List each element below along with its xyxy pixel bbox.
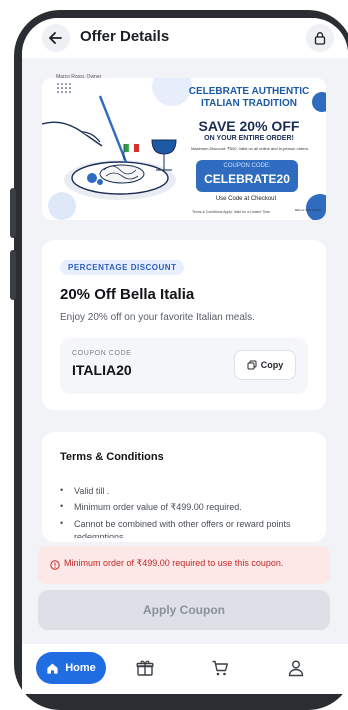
banner-logo: BELLA VITA ITALIA bbox=[294, 208, 322, 212]
home-icon bbox=[47, 663, 58, 674]
coupon-code-label: COUPON CODE bbox=[72, 350, 132, 357]
volume-down-button bbox=[10, 250, 16, 300]
nav-home[interactable]: Home bbox=[36, 652, 106, 684]
banner-sub-text: ON YOUR ENTIRE ORDER! bbox=[204, 135, 294, 142]
terms-bullet: • bbox=[60, 485, 64, 495]
apply-coupon-button[interactable]: Apply Coupon bbox=[38, 590, 330, 630]
terms-item: Minimum order value of ₹499.00 required. bbox=[74, 502, 242, 512]
banner-coupon-label: COUPON CODE: bbox=[223, 163, 271, 169]
copy-button-label: Copy bbox=[260, 360, 284, 370]
error-message: Minimum order of ₹499.00 required to use… bbox=[64, 558, 284, 568]
terms-title: Terms & Conditions bbox=[60, 451, 164, 463]
nav-profile[interactable] bbox=[286, 658, 306, 678]
nav-home-label: Home bbox=[65, 662, 96, 674]
offer-title: 20% Off Bella Italia bbox=[60, 286, 195, 303]
banner-save-text: SAVE 20% OFF bbox=[198, 118, 300, 134]
top-bar: Offer Details bbox=[22, 18, 348, 58]
copy-button[interactable]: Copy bbox=[234, 350, 296, 380]
offer-description: Enjoy 20% off on your favorite Italian m… bbox=[60, 312, 255, 323]
banner-terms: Terms & Conditions Apply. Valid for a Li… bbox=[192, 210, 271, 214]
nav-cart[interactable] bbox=[210, 658, 230, 678]
copy-icon bbox=[247, 360, 257, 370]
terms-item: Valid till . bbox=[74, 486, 110, 496]
banner-use-code: Use Code at Checkout bbox=[215, 196, 277, 202]
banner-coupon-box: COUPON CODE: CELEBRATE20 bbox=[196, 160, 298, 192]
apply-coupon-label: Apply Coupon bbox=[143, 603, 225, 617]
coupon-code-value[interactable]: ITALIA20 bbox=[72, 362, 132, 378]
banner-coupon-code: CELEBRATE20 bbox=[204, 172, 290, 186]
banner-owner-text: Marco Rossi, Owner bbox=[56, 74, 102, 80]
alert-circle-icon bbox=[50, 560, 60, 570]
banner-headline: CELEBRATE AUTHENTIC ITALIAN TRADITION bbox=[188, 86, 310, 109]
terms-item: Cannot be combined with other offers or … bbox=[74, 519, 291, 538]
banner-max-discount: Maximum Discount: ₹500. Valid on all onl… bbox=[191, 146, 309, 151]
terms-bullet: • bbox=[60, 501, 64, 511]
bottom-nav: Home bbox=[22, 644, 348, 694]
nav-offers[interactable] bbox=[135, 658, 155, 678]
back-button[interactable] bbox=[42, 24, 70, 52]
lock-icon bbox=[314, 32, 326, 45]
error-banner: Minimum order of ₹499.00 required to use… bbox=[38, 546, 330, 584]
lock-button[interactable] bbox=[306, 24, 334, 52]
discount-type-badge: PERCENTAGE DISCOUNT bbox=[60, 260, 185, 275]
coupon-code-box: COUPON CODE ITALIA20 Copy bbox=[60, 338, 308, 394]
cart-icon bbox=[212, 660, 228, 676]
user-icon bbox=[288, 660, 304, 677]
terms-bullet: • bbox=[60, 518, 64, 528]
volume-up-button bbox=[10, 188, 16, 238]
gift-icon bbox=[136, 660, 154, 676]
arrow-left-icon bbox=[49, 32, 62, 44]
page-title: Offer Details bbox=[80, 28, 170, 45]
